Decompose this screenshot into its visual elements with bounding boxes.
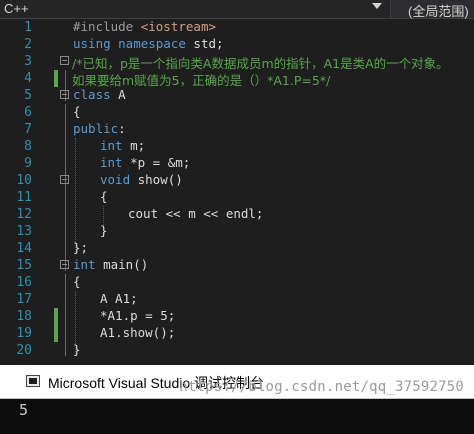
line-number: 1: [24, 20, 32, 35]
code-line[interactable]: 2 using namespace std;: [0, 36, 474, 53]
collapse-icon[interactable]: [60, 175, 69, 184]
code-text: A A1;: [100, 291, 138, 306]
code-line[interactable]: 4 如果要给m赋值为5，正确的是（）*A1.P=5*/: [0, 70, 474, 88]
line-number: 19: [16, 326, 32, 341]
code-text: {: [100, 189, 108, 204]
code-text: {: [73, 274, 81, 289]
code-line[interactable]: 11 {: [0, 189, 474, 206]
code-line[interactable]: 8 int m;: [0, 138, 474, 155]
line-number: 7: [24, 122, 32, 137]
code-text: using namespace std;: [73, 36, 224, 51]
collapse-icon[interactable]: [60, 260, 69, 269]
code-line[interactable]: 9 int *p = &m;: [0, 155, 474, 172]
code-line[interactable]: 5 class A: [0, 87, 474, 104]
code-text: int m;: [100, 138, 146, 153]
code-text: public:: [73, 121, 126, 136]
line-number: 3: [24, 54, 32, 69]
code-text: class A: [73, 87, 126, 102]
line-number: 9: [24, 156, 32, 171]
code-line[interactable]: 10 void show(): [0, 172, 474, 189]
code-text: void show(): [100, 172, 183, 187]
line-number: 10: [16, 173, 32, 188]
code-text: }: [73, 342, 81, 357]
code-line[interactable]: 17 A A1;: [0, 291, 474, 308]
line-number: 2: [24, 37, 32, 52]
line-number: 14: [16, 241, 32, 256]
chevron-down-icon[interactable]: [372, 3, 382, 9]
line-number: 13: [16, 224, 32, 239]
change-indicator: [54, 308, 58, 325]
code-text: #include <iostream>: [73, 19, 216, 34]
code-line[interactable]: 13 }: [0, 223, 474, 240]
code-line[interactable]: 20 }: [0, 342, 474, 359]
line-number: 5: [24, 88, 32, 103]
line-number: 4: [24, 71, 32, 86]
code-text: int main(): [73, 257, 149, 272]
code-line[interactable]: 1 #include <iostream>: [0, 19, 474, 36]
code-text: int *p = &m;: [100, 155, 191, 170]
code-line[interactable]: 15 int main(): [0, 257, 474, 274]
language-dropdown-label: C++: [4, 1, 29, 16]
code-text: };: [73, 240, 89, 255]
code-text: cout << m << endl;: [128, 206, 264, 221]
code-text: {: [73, 104, 81, 119]
line-number: 11: [16, 190, 32, 205]
change-indicator: [54, 325, 58, 342]
code-line[interactable]: 3 /*已知，p是一个指向类A数据成员m的指针，A1是类A的一个对象。: [0, 53, 474, 71]
code-text: }: [100, 223, 108, 238]
code-line[interactable]: 12 cout << m << endl;: [0, 206, 474, 223]
code-text: A1.show();: [100, 325, 176, 340]
language-dropdown[interactable]: C++: [0, 0, 391, 18]
collapse-icon[interactable]: [60, 56, 69, 65]
line-number: 15: [16, 258, 32, 273]
code-line[interactable]: 18 *A1.p = 5;: [0, 308, 474, 325]
line-number: 6: [24, 105, 32, 120]
console-output: 5: [19, 401, 29, 419]
code-line[interactable]: 7 public:: [0, 121, 474, 138]
debug-console[interactable]: Microsoft Visual Studio 调试控制台 5 https://…: [0, 365, 474, 434]
line-number: 12: [16, 207, 32, 222]
line-number: 20: [16, 343, 32, 358]
watermark: https://blog.csdn.net/qq_37592750: [179, 379, 464, 395]
code-line[interactable]: 16 {: [0, 274, 474, 291]
code-text: *A1.p = 5;: [100, 308, 176, 323]
collapse-icon[interactable]: [60, 90, 69, 99]
code-line[interactable]: 6 {: [0, 104, 474, 121]
code-line[interactable]: 14 };: [0, 240, 474, 257]
line-number: 8: [24, 139, 32, 154]
code-line[interactable]: 19 A1.show();: [0, 325, 474, 342]
navigation-bar: C++ (全局范围): [0, 0, 474, 19]
line-number: 17: [16, 292, 32, 307]
code-editor[interactable]: 1 #include <iostream> 2 using namespace …: [0, 19, 474, 365]
scope-dropdown-label: (全局范围): [408, 4, 469, 19]
scope-dropdown[interactable]: (全局范围): [392, 0, 474, 19]
console-app-icon: [26, 375, 40, 387]
change-indicator: [54, 70, 58, 87]
line-number: 16: [16, 275, 32, 290]
line-number: 18: [16, 309, 32, 324]
